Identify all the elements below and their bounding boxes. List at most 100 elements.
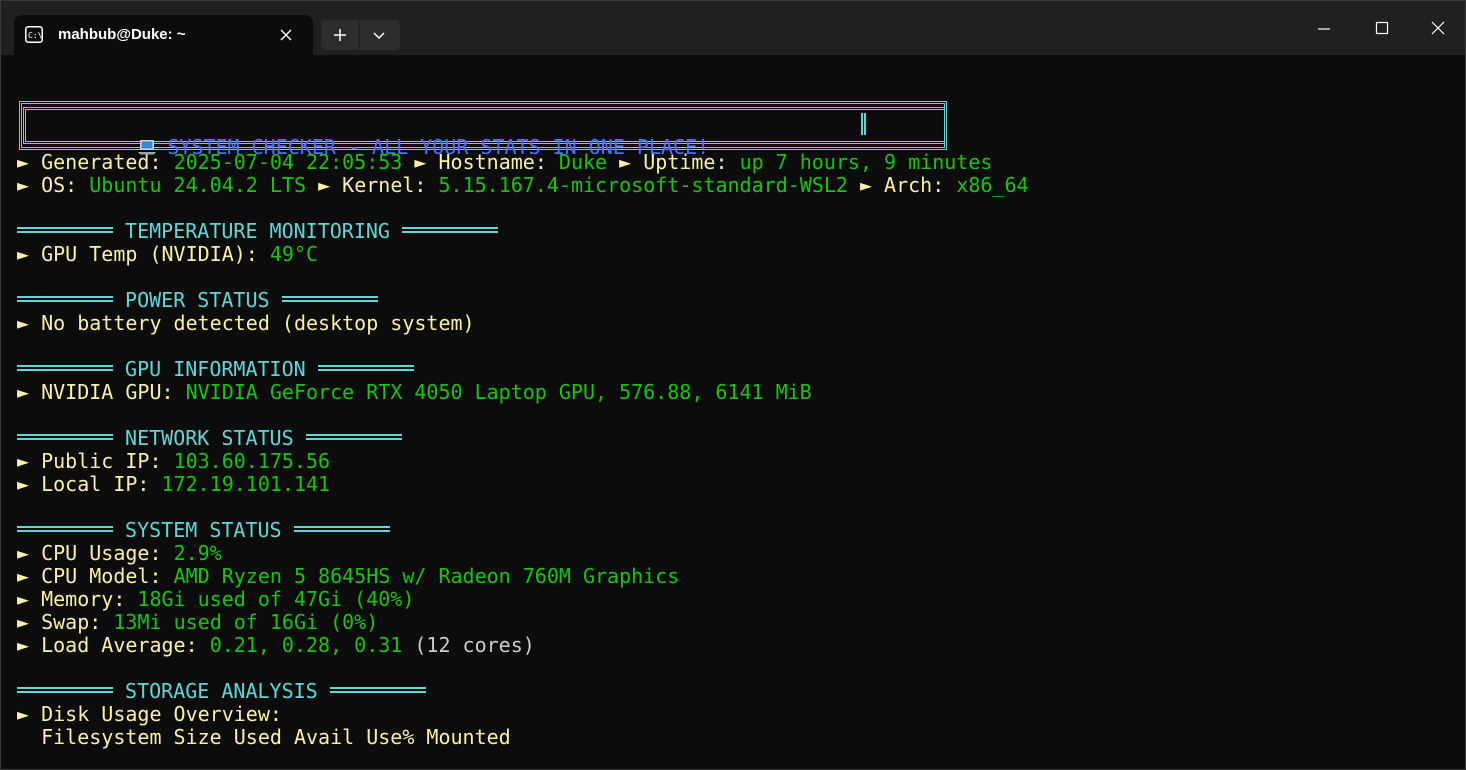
tab-split-button (321, 20, 400, 50)
plus-icon (334, 29, 346, 41)
power-line: ► No battery detected (desktop system) (17, 312, 1457, 335)
section-header-power: POWER STATUS (17, 289, 1457, 312)
public-ip-label: Public IP: (41, 449, 162, 473)
section-header-gpu: GPU INFORMATION (17, 358, 1457, 381)
header-rule (329, 687, 426, 693)
bullet: ► (859, 173, 872, 197)
header-rule (17, 687, 113, 693)
bullet: ► (17, 541, 30, 565)
header-rule (17, 296, 113, 302)
gpu-temp-label: GPU Temp (NVIDIA): (41, 242, 258, 266)
load-line: ► Load Average: 0.21, 0.28, 0.31 (12 cor… (17, 634, 1457, 657)
close-icon (280, 29, 292, 41)
header-rule (317, 365, 414, 371)
header-rule (17, 434, 113, 440)
section-header-storage: STORAGE ANALYSIS (17, 680, 1457, 703)
section-title: NETWORK STATUS (125, 426, 294, 450)
tab-active[interactable]: C:\ mahbub@Duke: ~ (14, 15, 313, 55)
disk-table-columns: Filesystem Size Used Avail Use% Mounted (41, 725, 511, 749)
memory-line: ► Memory: 18Gi used of 47Gi (40%) (17, 588, 1457, 611)
section-title: TEMPERATURE MONITORING (125, 219, 390, 243)
title-bar: C:\ mahbub@Duke: ~ (1, 1, 1465, 55)
bullet: ► (17, 242, 30, 266)
bullet: ► (17, 311, 30, 335)
maximize-button[interactable] (1353, 1, 1411, 55)
local-ip-line: ► Local IP: 172.19.101.141 (17, 473, 1457, 496)
header-rule (402, 227, 498, 233)
local-ip-value: 172.19.101.141 (161, 472, 331, 496)
os-value: Ubuntu 24.04.2 LTS (89, 173, 307, 197)
section-header-temperature: TEMPERATURE MONITORING (17, 220, 1457, 243)
terminal-icon: C:\ (25, 26, 43, 43)
minimize-icon (1318, 28, 1330, 30)
tab-close-button[interactable] (276, 25, 296, 45)
kernel-label: Kernel: (342, 173, 427, 197)
chevron-down-icon (373, 32, 385, 40)
cpu-model-value: AMD Ryzen 5 8645HS w/ Radeon 760M Graphi… (173, 564, 680, 588)
section-header-system: SYSTEM STATUS (17, 519, 1457, 542)
header-rule (17, 526, 113, 532)
disk-overview-line: ► Disk Usage Overview: (17, 703, 1457, 726)
banner-text: SYSTEM CHECKER - ALL YOUR STATS IN ONE P… (167, 135, 710, 159)
section-title: GPU INFORMATION (125, 357, 306, 381)
svg-text:C:\: C:\ (28, 31, 43, 40)
banner-title: SYSTEM CHECKER - ALL YOUR STATS IN ONE P… (41, 113, 709, 159)
power-message: No battery detected (desktop system) (41, 311, 475, 335)
banner-bar (861, 113, 866, 135)
gpu-temp-value: 49°C (269, 242, 319, 266)
swap-label: Swap: (41, 610, 102, 634)
close-window-button[interactable] (1409, 1, 1465, 55)
header-rule (17, 227, 113, 233)
minimize-button[interactable] (1295, 1, 1353, 55)
summary-line-2: ► OS: Ubuntu 24.04.2 LTS ► Kernel: 5.15.… (17, 174, 1457, 197)
disk-overview-label: Disk Usage Overview: (41, 702, 282, 726)
header-rule (281, 296, 378, 302)
bullet: ► (17, 380, 30, 404)
section-header-network: NETWORK STATUS (17, 427, 1457, 450)
memory-value: 18Gi used of 47Gi (40%) (137, 587, 415, 611)
banner: SYSTEM CHECKER - ALL YOUR STATS IN ONE P… (19, 97, 951, 159)
terminal-output[interactable]: SYSTEM CHECKER - ALL YOUR STATS IN ONE P… (17, 97, 1457, 765)
bullet: ► (17, 150, 30, 174)
section-title: SYSTEM STATUS (125, 518, 282, 542)
cpu-usage-label: CPU Usage: (41, 541, 162, 565)
bullet: ► (17, 633, 30, 657)
header-rule (17, 365, 113, 371)
swap-line: ► Swap: 13Mi used of 16Gi (0%) (17, 611, 1457, 634)
disk-table-header: Filesystem Size Used Avail Use% Mounted (17, 726, 1457, 749)
load-value: 0.21, 0.28, 0.31 (209, 633, 403, 657)
uptime-value: up 7 hours, 9 minutes (739, 150, 993, 174)
bullet: ► (318, 173, 331, 197)
bullet: ► (17, 449, 30, 473)
maximize-icon (1375, 21, 1389, 35)
laptop-icon (138, 140, 157, 155)
local-ip-label: Local IP: (41, 472, 150, 496)
gpu-value: NVIDIA GeForce RTX 4050 Laptop GPU, 576.… (185, 380, 812, 404)
kernel-value: 5.15.167.4-microsoft-standard-WSL2 (438, 173, 848, 197)
memory-label: Memory: (41, 587, 126, 611)
gpu-temp-line: ► GPU Temp (NVIDIA): 49°C (17, 243, 1457, 266)
new-tab-button[interactable] (321, 20, 359, 50)
load-cores: (12 cores) (414, 633, 535, 657)
close-icon (1431, 21, 1445, 35)
cpu-usage-line: ► CPU Usage: 2.9% (17, 542, 1457, 565)
section-title: STORAGE ANALYSIS (125, 679, 318, 703)
bullet: ► (17, 702, 30, 726)
bullet: ► (17, 564, 30, 588)
tab-title: mahbub@Duke: ~ (58, 26, 186, 43)
gpu-label: NVIDIA GPU: (41, 380, 174, 404)
cpu-model-label: CPU Model: (41, 564, 162, 588)
terminal-window: C:\ mahbub@Duke: ~ SYSTEM CHECKER - ALL … (0, 0, 1466, 770)
swap-value: 13Mi used of 16Gi (0%) (113, 610, 379, 634)
public-ip-line: ► Public IP: 103.60.175.56 (17, 450, 1457, 473)
arch-label: Arch: (884, 173, 945, 197)
tab-dropdown-button[interactable] (360, 20, 400, 50)
header-rule (293, 526, 390, 532)
bullet: ► (17, 587, 30, 611)
